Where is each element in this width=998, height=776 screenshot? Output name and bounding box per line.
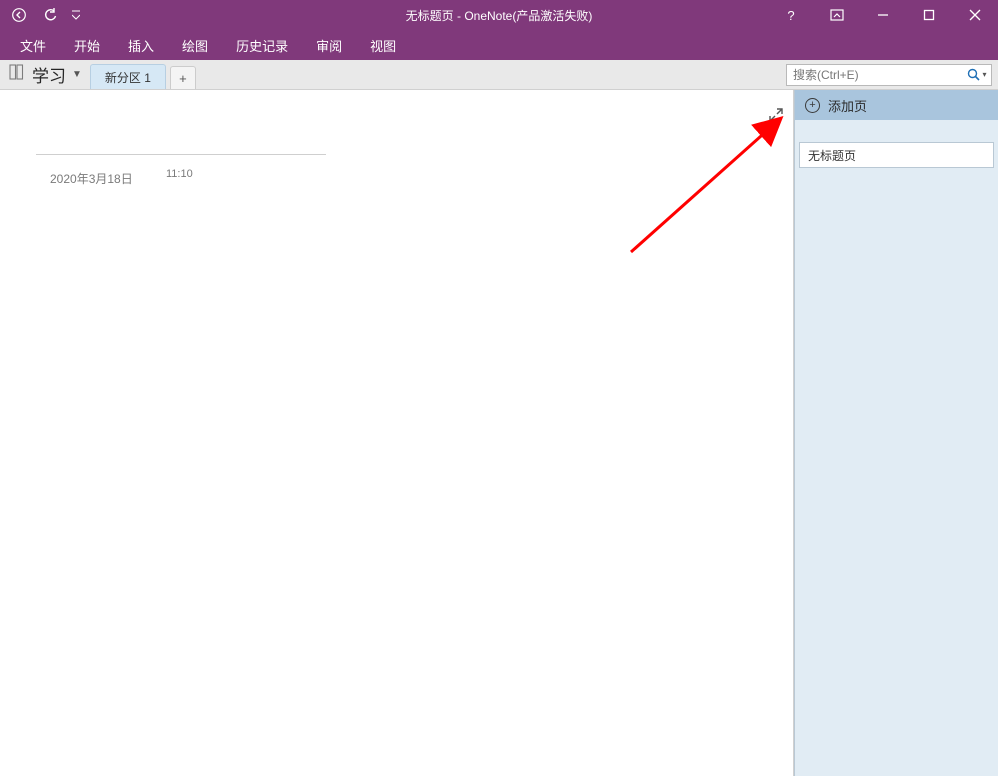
page-title-input[interactable] bbox=[36, 125, 326, 155]
title-bar: 无标题页 - OneNote(产品激活失败) ? bbox=[0, 0, 998, 30]
add-page-button[interactable]: + 添加页 bbox=[795, 90, 998, 120]
back-button[interactable] bbox=[6, 2, 32, 28]
notebook-selector[interactable]: 学习 ▼ bbox=[0, 60, 90, 89]
menu-review[interactable]: 审阅 bbox=[304, 32, 354, 59]
note-canvas[interactable]: 2020年3月18日 11:10 bbox=[0, 90, 794, 776]
expand-icon[interactable] bbox=[769, 108, 783, 122]
ribbon-tabs: 文件 开始 插入 绘图 历史记录 审阅 视图 bbox=[0, 30, 998, 60]
search-placeholder: 搜索(Ctrl+E) bbox=[787, 66, 963, 83]
help-button[interactable]: ? bbox=[768, 0, 814, 30]
undo-button[interactable] bbox=[38, 2, 64, 28]
section-tab-active[interactable]: 新分区 1 bbox=[90, 64, 166, 89]
annotation-arrow bbox=[611, 102, 791, 262]
page-date: 2020年3月18日 bbox=[50, 170, 133, 187]
menu-insert[interactable]: 插入 bbox=[116, 32, 166, 59]
qat-customize-dropdown[interactable] bbox=[70, 8, 82, 22]
ribbon-display-button[interactable] bbox=[814, 0, 860, 30]
menu-draw[interactable]: 绘图 bbox=[170, 32, 220, 59]
main-split: 2020年3月18日 11:10 + 添加页 无标题页 bbox=[0, 90, 998, 776]
notebook-icon bbox=[8, 63, 26, 86]
page-time: 11:10 bbox=[166, 168, 193, 180]
search-input[interactable]: 搜索(Ctrl+E) ▾ bbox=[786, 64, 992, 86]
page-list-item[interactable]: 无标题页 bbox=[799, 142, 994, 168]
plus-circle-icon: + bbox=[805, 98, 820, 113]
menu-view[interactable]: 视图 bbox=[358, 32, 408, 59]
search-icon[interactable]: ▾ bbox=[963, 68, 991, 81]
add-section-button[interactable]: + bbox=[170, 66, 196, 89]
menu-home[interactable]: 开始 bbox=[62, 32, 112, 59]
section-tab-row: 学习 ▼ 新分区 1 + 搜索(Ctrl+E) ▾ bbox=[0, 60, 998, 90]
close-button[interactable] bbox=[952, 0, 998, 30]
page-list-pane: + 添加页 无标题页 bbox=[794, 90, 998, 776]
menu-history[interactable]: 历史记录 bbox=[224, 32, 300, 59]
menu-file[interactable]: 文件 bbox=[8, 32, 58, 59]
window-controls: ? bbox=[768, 0, 998, 30]
quick-access-toolbar bbox=[0, 2, 82, 28]
notebook-name: 学习 bbox=[32, 62, 66, 87]
chevron-down-icon: ▼ bbox=[72, 69, 82, 80]
page-list-item-label: 无标题页 bbox=[808, 147, 856, 164]
section-tab-label: 新分区 1 bbox=[105, 69, 151, 86]
maximize-button[interactable] bbox=[906, 0, 952, 30]
minimize-button[interactable] bbox=[860, 0, 906, 30]
add-page-label: 添加页 bbox=[828, 96, 867, 115]
